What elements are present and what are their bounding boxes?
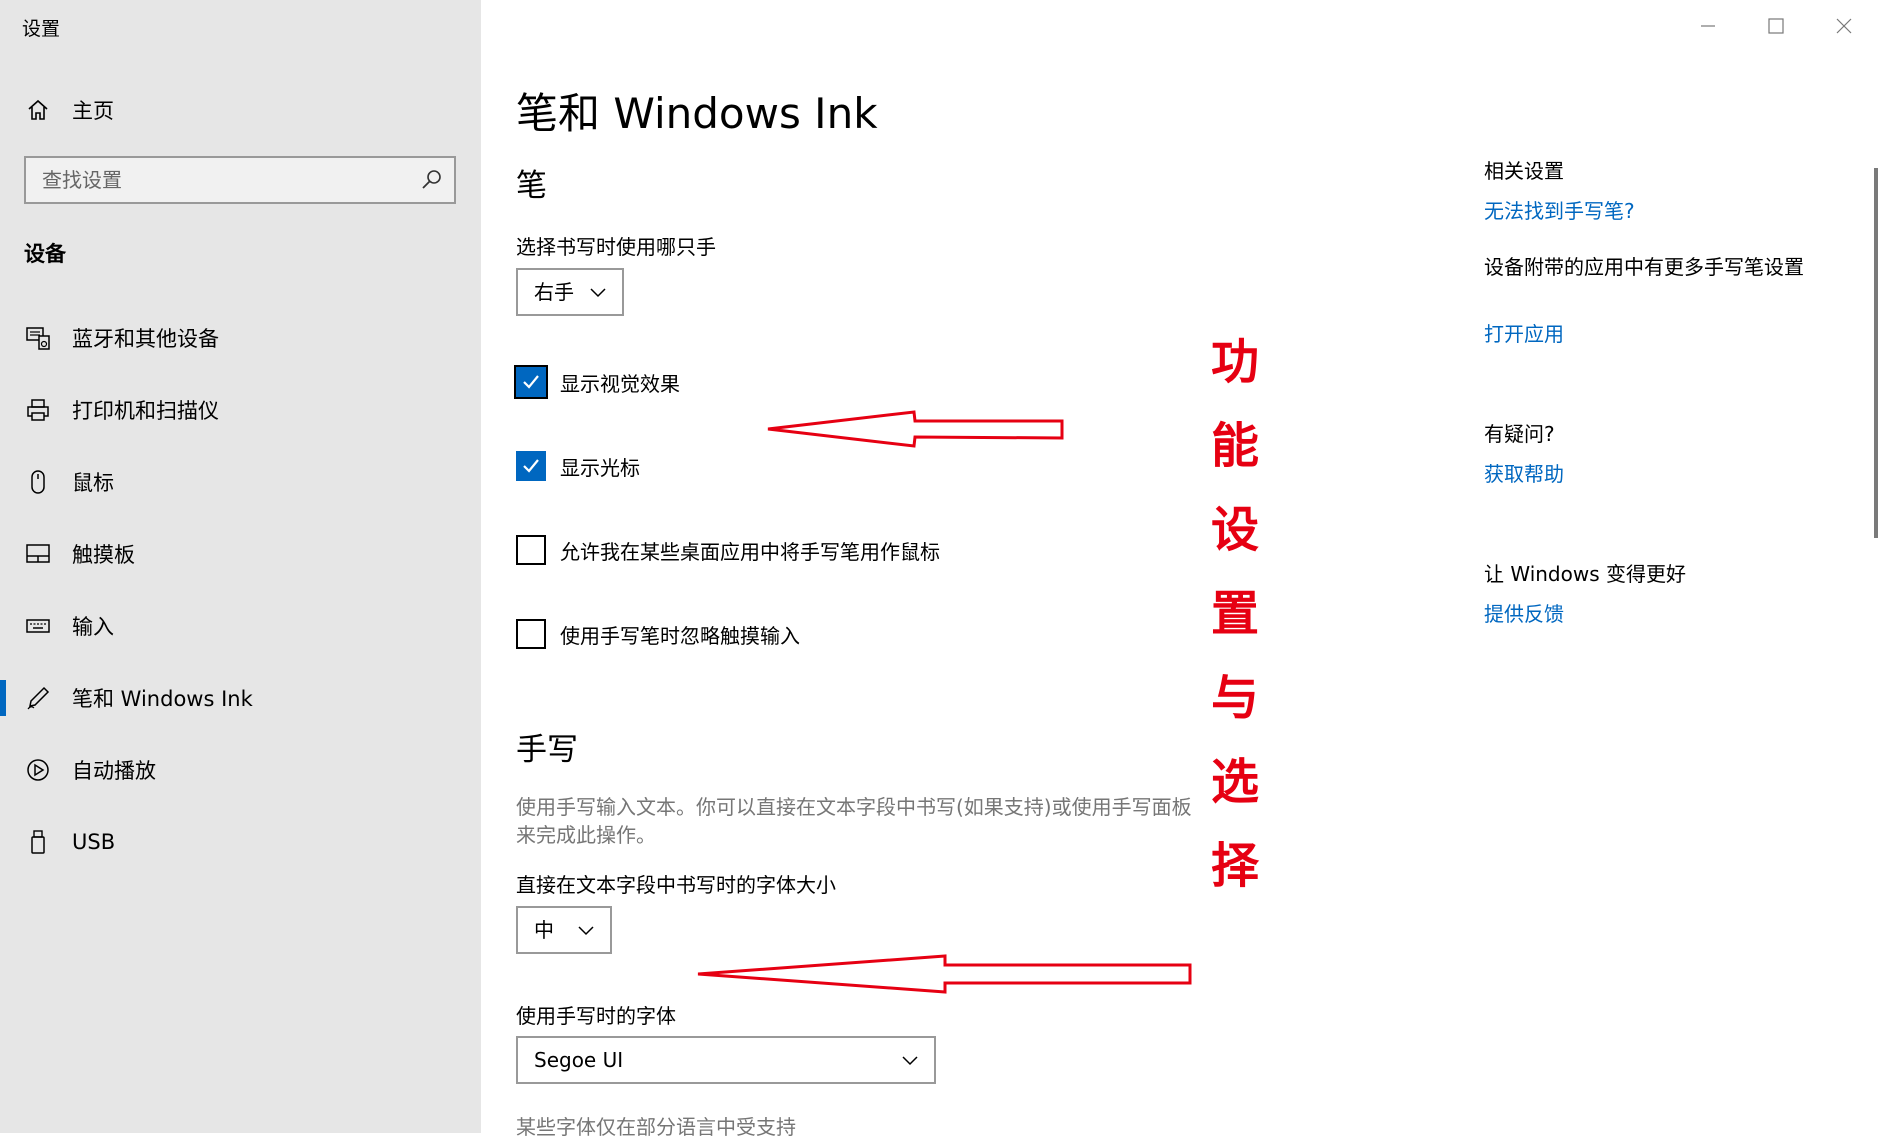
sidebar-item-label: 自动播放 (72, 759, 156, 783)
font-size-dropdown[interactable]: 中 (516, 906, 612, 954)
feedback-link[interactable]: 提供反馈 (1484, 598, 1564, 627)
checkbox-pen-as-mouse[interactable]: 允许我在某些桌面应用中将手写笔用作鼠标 (516, 534, 940, 566)
hand-dropdown[interactable]: 右手 (516, 268, 624, 316)
checkbox[interactable] (514, 365, 548, 399)
close-button[interactable] (1816, 8, 1872, 44)
improve-windows-heading: 让 Windows 变得更好 (1484, 562, 1686, 586)
checkbox-label: 显示光标 (560, 455, 640, 480)
checkmark-icon (523, 375, 539, 389)
checkbox-label: 显示视觉效果 (560, 371, 680, 396)
search-icon[interactable] (420, 168, 444, 192)
pen-icon (24, 684, 52, 712)
autoplay-icon (24, 756, 52, 784)
open-app-link[interactable]: 打开应用 (1484, 318, 1564, 347)
sidebar-item-label: 鼠标 (72, 471, 114, 495)
checkbox[interactable] (516, 619, 546, 649)
printer-icon (24, 396, 52, 424)
checkmark-icon (523, 459, 539, 473)
font-size-label: 直接在文本字段中书写时的字体大小 (516, 873, 836, 897)
sidebar-item-autoplay[interactable]: 自动播放 (0, 742, 481, 798)
checkbox-show-cursor[interactable]: 显示光标 (516, 450, 640, 482)
maximize-button[interactable] (1748, 8, 1804, 44)
sidebar-item-label: 主页 (72, 99, 114, 123)
keyboard-icon (24, 612, 52, 640)
related-settings-heading: 相关设置 (1484, 159, 1564, 183)
sidebar-item-typing[interactable]: 输入 (0, 598, 481, 654)
annotation-arrow-icon (697, 954, 1192, 994)
sidebar-item-label: 打印机和扫描仪 (72, 399, 219, 423)
mouse-icon (24, 468, 52, 496)
minimize-button[interactable] (1680, 8, 1736, 44)
sidebar-item-label: 触摸板 (72, 543, 135, 567)
chevron-down-icon (590, 288, 606, 298)
sidebar-item-usb[interactable]: USB (0, 814, 481, 870)
checkbox[interactable] (516, 535, 546, 565)
checkbox[interactable] (516, 451, 546, 481)
dropdown-value: Segoe UI (534, 1048, 624, 1072)
sidebar-item-mouse[interactable]: 鼠标 (0, 454, 481, 510)
dropdown-value: 中 (534, 918, 554, 942)
sidebar-item-touchpad[interactable]: 触摸板 (0, 526, 481, 582)
sidebar-item-pen-windows-ink[interactable]: 笔和 Windows Ink (0, 670, 481, 726)
usb-icon (24, 828, 52, 856)
question-heading: 有疑问? (1484, 422, 1555, 446)
more-pen-settings-text: 设备附带的应用中有更多手写笔设置 (1484, 255, 1804, 279)
font-dropdown[interactable]: Segoe UI (516, 1036, 936, 1084)
font-note: 某些字体仅在部分语言中受支持 (516, 1115, 796, 1139)
sidebar: 设置 主页 设备 蓝牙和其他设备 打印机和扫描仪 鼠标 触摸板 (0, 0, 481, 1133)
search-box[interactable] (24, 156, 456, 204)
get-help-link[interactable]: 获取帮助 (1484, 458, 1564, 487)
checkbox-label: 使用手写笔时忽略触摸输入 (560, 623, 800, 648)
home-icon (24, 96, 52, 124)
scrollbar[interactable] (1874, 168, 1878, 538)
page-title: 笔和 Windows Ink (516, 89, 878, 138)
search-input[interactable] (42, 158, 402, 202)
touchpad-icon (24, 540, 52, 568)
hand-label: 选择书写时使用哪只手 (516, 235, 716, 259)
sidebar-item-label: 输入 (72, 615, 114, 639)
checkbox-ignore-touch[interactable]: 使用手写笔时忽略触摸输入 (516, 618, 800, 650)
checkbox-label: 允许我在某些桌面应用中将手写笔用作鼠标 (560, 539, 940, 564)
close-icon (1836, 18, 1852, 34)
checkbox-show-visual-effects[interactable]: 显示视觉效果 (514, 365, 680, 399)
sidebar-item-printers[interactable]: 打印机和扫描仪 (0, 382, 481, 438)
annotation-arrow-icon (767, 410, 1064, 448)
section-heading-handwriting: 手写 (516, 732, 578, 768)
sidebar-group-heading: 设备 (24, 242, 66, 266)
sidebar-item-label: USB (72, 830, 116, 854)
sidebar-item-bluetooth[interactable]: 蓝牙和其他设备 (0, 310, 481, 366)
maximize-icon (1768, 18, 1784, 34)
minimize-icon (1701, 25, 1715, 27)
sidebar-item-home[interactable]: 主页 (0, 82, 481, 138)
sidebar-item-label: 笔和 Windows Ink (72, 687, 253, 711)
font-label: 使用手写时的字体 (516, 1004, 676, 1028)
chevron-down-icon (902, 1056, 918, 1066)
handwriting-description: 使用手写输入文本。你可以直接在文本字段中书写(如果支持)或使用手写面板来完成此操… (516, 795, 1192, 847)
sidebar-item-label: 蓝牙和其他设备 (72, 327, 219, 351)
dropdown-value: 右手 (534, 280, 574, 304)
annotation-text: 功能设置与选择 (1210, 334, 1259, 894)
bluetooth-devices-icon (24, 324, 52, 352)
chevron-down-icon (578, 926, 594, 936)
section-heading-pen: 笔 (516, 168, 547, 204)
window-title: 设置 (22, 18, 61, 40)
cant-find-pen-link[interactable]: 无法找到手写笔? (1484, 195, 1635, 224)
